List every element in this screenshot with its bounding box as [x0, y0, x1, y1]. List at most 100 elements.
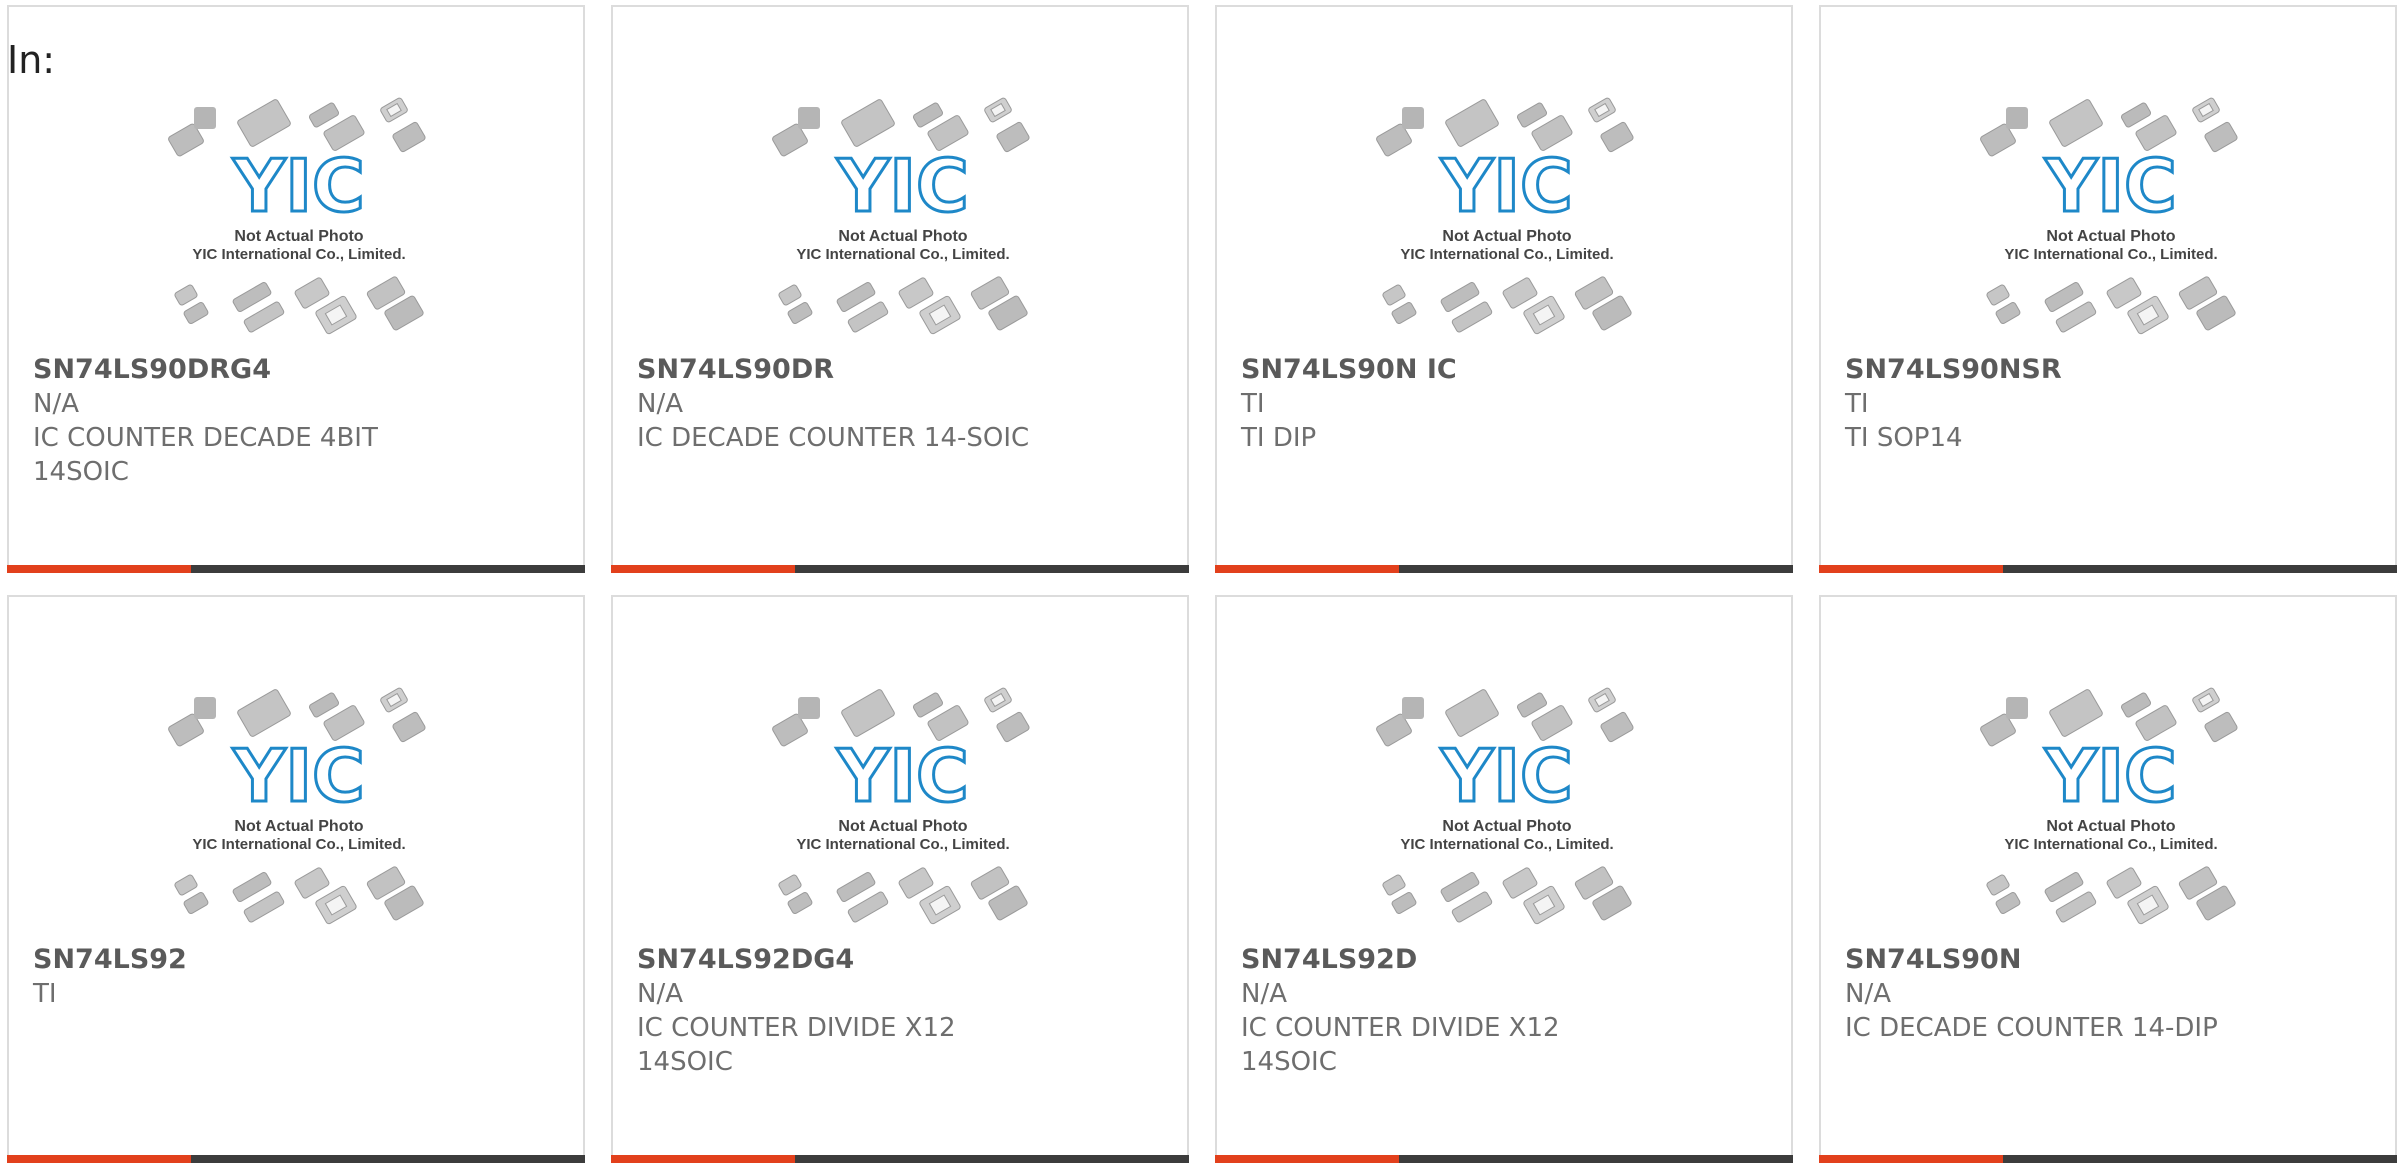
yic-logo: YIC [2044, 734, 2177, 818]
part-number[interactable]: SN74LS90N IC [1241, 353, 1761, 387]
description: IC DECADE COUNTER 14-SOIC [637, 423, 1030, 453]
yic-logo: YIC [1440, 144, 1573, 228]
caption-not-actual-photo: Not Actual Photo [2046, 818, 2175, 835]
chip-icon [294, 867, 330, 899]
chip-icon [984, 687, 1012, 713]
product-card[interactable]: YIC Not Actual Photo YIC International Co.… [1215, 5, 1793, 573]
chip-icon [2192, 97, 2220, 123]
chip-icon [1502, 867, 1538, 899]
product-image[interactable]: YIC Not Actual Photo YIC International Co.… [768, 95, 1038, 340]
chip-icon [1986, 874, 2010, 896]
caption-company: YIC International Co., Limited. [1400, 836, 1613, 853]
chip-icon [2204, 121, 2238, 153]
product-image[interactable]: YIC Not Actual Photo YIC International Co.… [768, 685, 1038, 930]
placeholder-image: YICNot Actual PhotoYIC International Co.… [772, 687, 1030, 925]
caption-not-actual-photo: Not Actual Photo [1442, 818, 1571, 835]
yic-logo: YIC [836, 734, 969, 818]
chip-icon [1986, 284, 2010, 306]
manufacturer: TI [1241, 389, 1265, 419]
description: IC COUNTER DIVIDE X12 14SOIC [1241, 1013, 1560, 1077]
yic-logo: YIC [232, 144, 365, 228]
part-number[interactable]: SN74LS92DG4 [637, 943, 1157, 977]
chip-icon [778, 284, 802, 306]
card-accent [611, 1155, 795, 1163]
product-card[interactable]: YIC Not Actual Photo YIC International Co.… [1819, 595, 2397, 1163]
chip-icon [1600, 711, 1634, 743]
chip-icon [984, 97, 1012, 123]
part-number[interactable]: SN74LS90N [1845, 943, 2365, 977]
chip-icon [912, 102, 944, 128]
card-bottom-bar [1215, 1155, 1793, 1163]
chip-icon [183, 892, 209, 914]
chip-icon [174, 874, 198, 896]
caption-company: YIC International Co., Limited. [192, 246, 405, 263]
yic-logo: YIC [232, 734, 365, 818]
placeholder-image: YICNot Actual PhotoYIC International Co.… [1980, 97, 2238, 335]
description: TI SOP14 [1845, 423, 1963, 453]
card-bottom-bar [7, 1155, 585, 1163]
chip-icon [1382, 284, 1406, 306]
product-info: SN74LS92DG4 N/A IC COUNTER DIVIDE X12 14… [637, 943, 1157, 1079]
chip-icon [308, 692, 340, 718]
product-info: SN74LS92D N/A IC COUNTER DIVIDE X12 14SO… [1241, 943, 1761, 1079]
product-card[interactable]: YIC Not Actual Photo YIC International Co.… [611, 5, 1189, 573]
manufacturer: N/A [33, 389, 79, 419]
caption-company: YIC International Co., Limited. [2004, 836, 2217, 853]
manufacturer: N/A [1845, 979, 1891, 1009]
product-image[interactable]: YIC Not Actual Photo YIC International Co.… [164, 95, 434, 340]
part-number[interactable]: SN74LS90DR [637, 353, 1157, 387]
yic-logo: YIC [1440, 734, 1573, 818]
product-info: SN74LS90N IC TI TI DIP [1241, 353, 1761, 455]
chip-icon [898, 277, 934, 309]
part-number[interactable]: SN74LS90NSR [1845, 353, 2365, 387]
chip-icon [841, 689, 895, 737]
description: IC DECADE COUNTER 14-DIP [1845, 1013, 2218, 1043]
chip-icon [315, 885, 357, 925]
card-bottom-bar [1819, 565, 2397, 573]
card-bottom-bar [611, 1155, 1189, 1163]
manufacturer: TI [1845, 389, 1869, 419]
product-card[interactable]: YIC Not Actual Photo YIC International Co.… [611, 595, 1189, 1163]
product-info: SN74LS90DRG4 N/A IC COUNTER DECADE 4BIT … [33, 353, 553, 489]
chip-icon [2120, 102, 2152, 128]
chip-icon [919, 295, 961, 335]
manufacturer: N/A [637, 389, 683, 419]
part-number[interactable]: SN74LS90DRG4 [33, 353, 553, 387]
chip-icon [308, 102, 340, 128]
manufacturer: N/A [1241, 979, 1287, 1009]
part-number[interactable]: SN74LS92D [1241, 943, 1761, 977]
manufacturer: TI [33, 979, 57, 1009]
product-card[interactable]: YIC Not Actual Photo YIC International Co.… [1819, 5, 2397, 573]
chip-icon [1588, 97, 1616, 123]
card-accent [1215, 565, 1399, 573]
product-image[interactable]: YIC Not Actual Photo YIC International Co.… [1372, 95, 1642, 340]
chip-icon [2127, 885, 2169, 925]
placeholder-image: YICNot Actual PhotoYIC International Co.… [772, 97, 1030, 335]
description: IC COUNTER DIVIDE X12 14SOIC [637, 1013, 956, 1077]
product-image[interactable]: YIC Not Actual Photo YIC International Co.… [164, 685, 434, 930]
card-accent [611, 565, 795, 573]
product-image[interactable]: YIC Not Actual Photo YIC International Co.… [1976, 685, 2246, 930]
product-card[interactable]: YIC Not Actual Photo YIC International Co.… [7, 5, 585, 573]
card-accent [1819, 565, 2003, 573]
description: TI DIP [1241, 423, 1317, 453]
chip-icon [380, 687, 408, 713]
chip-icon [1391, 892, 1417, 914]
chip-icon [2192, 687, 2220, 713]
chip-icon [2204, 711, 2238, 743]
chip-icon [392, 711, 426, 743]
chip-icon [1445, 689, 1499, 737]
product-info: SN74LS92 TI [33, 943, 553, 1011]
product-image[interactable]: YIC Not Actual Photo YIC International Co.… [1372, 685, 1642, 930]
chip-icon [2049, 99, 2103, 147]
product-image[interactable]: YIC Not Actual Photo YIC International Co.… [1976, 95, 2246, 340]
chip-icon [912, 692, 944, 718]
part-number[interactable]: SN74LS92 [33, 943, 553, 977]
chip-icon [2049, 689, 2103, 737]
chip-icon [841, 99, 895, 147]
placeholder-image: YICNot Actual PhotoYIC International Co.… [1376, 687, 1634, 925]
product-card[interactable]: YIC Not Actual Photo YIC International Co.… [1215, 595, 1793, 1163]
chip-icon [1516, 102, 1548, 128]
chip-icon [2127, 295, 2169, 335]
product-card[interactable]: YIC Not Actual Photo YIC International Co.… [7, 595, 585, 1163]
